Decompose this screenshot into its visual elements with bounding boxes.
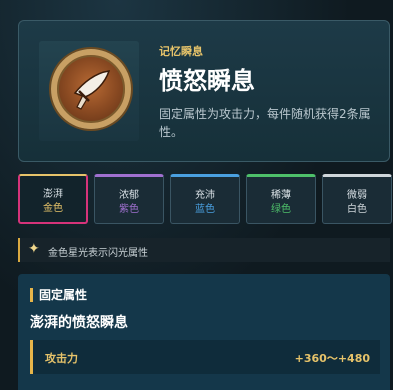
tab-name: 稀薄 [271,190,291,201]
tab-name: 微弱 [347,190,367,201]
stat-row: 攻击力 +360～+480 [30,340,380,374]
tab-quality: 绿色 [271,204,291,215]
tab-quality: 金色 [43,203,63,214]
item-card: 记忆瞬息 愤怒瞬息 固定属性为攻击力，每件随机获得2条属性。 [18,20,390,162]
tab-quality: 紫色 [119,204,139,215]
item-description: 固定属性为攻击力，每件随机获得2条属性。 [159,107,371,139]
fixed-attribute-panel: 固定属性 澎湃的愤怒瞬息 攻击力 +360～+480 [18,274,390,390]
quality-tabs: 澎湃 金色 浓郁 紫色 充沛 蓝色 稀薄 绿色 微弱 白色 [18,174,392,224]
shine-hint: ✦ 金色星光表示闪光属性 [18,238,390,262]
stat-value: +360～+480 [294,352,370,365]
sword-icon [73,70,111,110]
tab-quality: 白色 [347,204,367,215]
tab-green[interactable]: 稀薄 绿色 [246,174,316,224]
sparkle-star-icon: ✦ [28,241,40,257]
tab-white[interactable]: 微弱 白色 [322,174,392,224]
tab-name: 充沛 [195,190,215,201]
tab-blue[interactable]: 充沛 蓝色 [170,174,240,224]
item-category: 记忆瞬息 [159,45,203,58]
tab-name: 浓郁 [119,190,139,201]
sword-medal-icon [51,49,131,129]
hint-text: 金色星光表示闪光属性 [48,248,148,259]
tab-gold[interactable]: 澎湃 金色 [18,174,88,224]
tab-name: 澎湃 [43,189,63,200]
tab-purple[interactable]: 浓郁 紫色 [94,174,164,224]
item-icon-frame [39,41,139,141]
item-variant-name: 澎湃的愤怒瞬息 [30,315,128,331]
tab-quality: 蓝色 [195,204,215,215]
item-title: 愤怒瞬息 [159,67,255,95]
section-title: 固定属性 [30,288,87,302]
stat-label: 攻击力 [45,352,78,365]
